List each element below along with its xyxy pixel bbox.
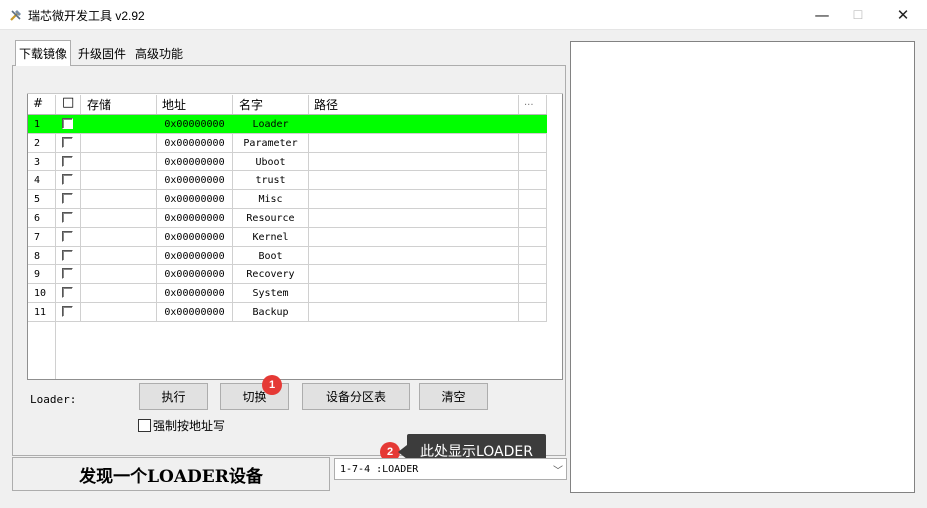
row-number: 10 — [34, 288, 47, 299]
row-name: Recovery — [246, 269, 295, 280]
row-number: 7 — [34, 232, 41, 243]
app-tools-icon — [10, 10, 21, 21]
tab-advanced[interactable]: 高级功能 — [131, 42, 187, 64]
row-checkbox[interactable] — [62, 250, 73, 261]
close-icon: ✕ — [896, 6, 910, 24]
row-number: 3 — [34, 157, 41, 168]
row-path[interactable] — [309, 209, 518, 228]
row-number: 9 — [34, 269, 41, 280]
row-address: 0x00000000 — [164, 232, 225, 243]
row-name: Kernel — [252, 232, 289, 243]
log-output-pane[interactable] — [570, 41, 915, 493]
force-address-label: 强制按地址写 — [153, 419, 226, 433]
row-path[interactable] — [309, 190, 518, 209]
row-path[interactable] — [309, 228, 518, 247]
row-checkbox[interactable] — [62, 212, 73, 223]
tab-download-image[interactable]: 下载镜像 — [15, 40, 71, 66]
row-checkbox[interactable] — [62, 118, 73, 129]
row-name: Backup — [252, 307, 289, 318]
row-number: 8 — [34, 251, 41, 262]
row-number: 2 — [34, 138, 41, 149]
force-address-checkbox[interactable]: 强制按地址写 — [138, 417, 225, 434]
tab-label: 升级固件 — [77, 46, 126, 61]
row-path[interactable] — [309, 265, 518, 284]
row-path[interactable] — [309, 115, 518, 134]
row-number: 1 — [34, 119, 41, 130]
close-button[interactable]: ✕ — [881, 0, 925, 30]
minimize-icon: — — [814, 6, 830, 24]
row-number: 4 — [34, 175, 41, 186]
row-checkbox[interactable] — [62, 287, 73, 298]
row-address: 0x00000000 — [164, 213, 225, 224]
row-checkbox[interactable] — [62, 156, 73, 167]
tab-label: 下载镜像 — [18, 47, 67, 61]
header-name[interactable]: 名字 — [239, 96, 263, 113]
row-checkbox[interactable] — [62, 137, 73, 148]
run-button[interactable]: 执行 — [139, 383, 208, 410]
row-name: Loader — [252, 119, 289, 130]
row-name: Parameter — [243, 138, 298, 149]
annotation-badge-1: 1 — [262, 375, 282, 395]
row-name: Misc — [258, 194, 283, 205]
row-number: 5 — [34, 194, 41, 205]
row-name: Boot — [258, 251, 283, 262]
header-number: # — [33, 96, 44, 110]
row-address: 0x00000000 — [164, 307, 225, 318]
device-combo-value: 1-7-4 :LOADER — [340, 463, 419, 475]
row-checkbox[interactable] — [62, 174, 73, 185]
row-path[interactable] — [309, 284, 518, 303]
row-path[interactable] — [309, 247, 518, 266]
chevron-down-icon[interactable]: ﹀ — [549, 458, 567, 480]
row-name: trust — [255, 175, 286, 186]
row-number: 6 — [34, 213, 41, 224]
maximize-button[interactable]: ☐ — [836, 0, 880, 30]
header-select-all-checkbox[interactable]: □ — [62, 95, 74, 110]
device-combo[interactable]: 1-7-4 :LOADER — [334, 458, 567, 480]
row-path[interactable] — [309, 153, 518, 172]
row-name: System — [252, 288, 289, 299]
row-path[interactable] — [309, 171, 518, 190]
row-address: 0x00000000 — [164, 119, 225, 130]
header-storage[interactable]: 存储 — [87, 96, 111, 113]
row-checkbox[interactable] — [62, 193, 73, 204]
status-message: 发现一个LOADER设备 — [12, 457, 330, 491]
row-number: 11 — [34, 307, 47, 318]
row-path[interactable] — [309, 134, 518, 153]
clear-button[interactable]: 清空 — [419, 383, 488, 410]
loader-label: Loader: — [30, 393, 77, 406]
row-address: 0x00000000 — [164, 175, 225, 186]
tab-upgrade-firmware[interactable]: 升级固件 — [74, 42, 130, 64]
row-path[interactable] — [309, 303, 518, 322]
row-checkbox[interactable] — [62, 306, 73, 317]
header-more[interactable]: ... — [524, 97, 534, 108]
row-address: 0x00000000 — [164, 288, 225, 299]
table-top-strip — [27, 76, 563, 94]
row-name: Uboot — [255, 157, 286, 168]
row-checkbox[interactable] — [62, 268, 73, 279]
checkbox-box[interactable] — [138, 419, 151, 432]
header-address[interactable]: 地址 — [162, 96, 186, 113]
row-address: 0x00000000 — [164, 157, 225, 168]
tab-label: 高级功能 — [134, 46, 183, 61]
window-title: 瑞芯微开发工具 v2.92 — [28, 9, 145, 23]
header-path[interactable]: 路径 — [314, 96, 338, 113]
row-address: 0x00000000 — [164, 251, 225, 262]
maximize-icon: ☐ — [852, 8, 864, 22]
row-address: 0x00000000 — [164, 269, 225, 280]
row-name: Resource — [246, 213, 295, 224]
tooltip-arrow — [398, 445, 407, 459]
row-address: 0x00000000 — [164, 194, 225, 205]
row-address: 0x00000000 — [164, 138, 225, 149]
partition-table-button[interactable]: 设备分区表 — [302, 383, 410, 410]
row-checkbox[interactable] — [62, 231, 73, 242]
